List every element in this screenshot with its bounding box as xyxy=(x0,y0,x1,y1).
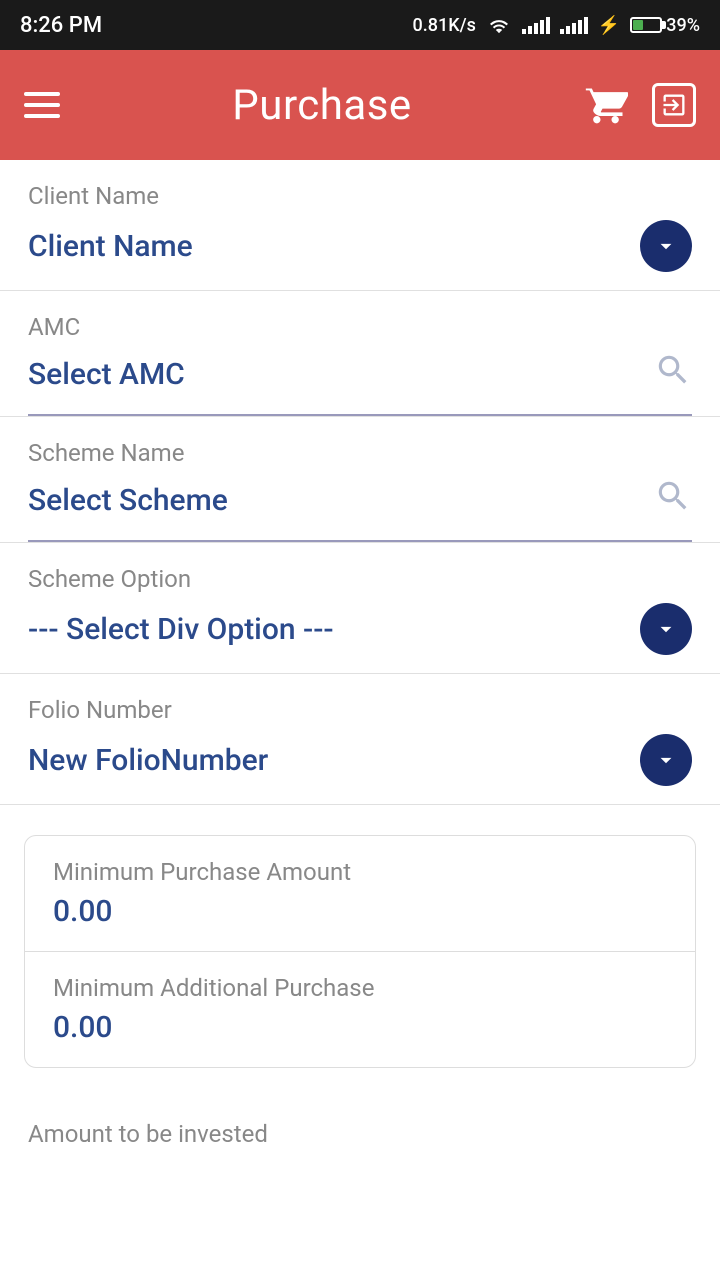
folio-number-value: New FolioNumber xyxy=(28,743,268,778)
client-name-field: Client Name Client Name xyxy=(0,160,720,291)
scheme-option-dropdown[interactable] xyxy=(640,603,692,655)
scheme-name-field: Scheme Name Select Scheme xyxy=(0,417,720,543)
amc-search-icon[interactable] xyxy=(654,351,692,398)
scheme-name-value[interactable]: Select Scheme xyxy=(28,483,228,518)
min-additional-label: Minimum Additional Purchase xyxy=(53,974,667,1002)
battery-percent: 39% xyxy=(666,15,700,36)
folio-number-field: Folio Number New FolioNumber xyxy=(0,674,720,805)
scheme-option-label: Scheme Option xyxy=(28,565,692,593)
status-icons: 0.81K/s ⚡ xyxy=(413,15,701,36)
amc-value[interactable]: Select AMC xyxy=(28,357,185,392)
folio-number-row: New FolioNumber xyxy=(28,734,692,804)
amount-invested-field: Amount to be invested xyxy=(0,1098,720,1158)
battery-indicator: 39% xyxy=(630,15,700,36)
min-additional-row: Minimum Additional Purchase 0.00 xyxy=(25,951,695,1067)
time: 8:26 PM xyxy=(20,13,102,38)
status-bar: 8:26 PM 0.81K/s ⚡ xyxy=(0,0,720,50)
amc-label: AMC xyxy=(28,313,692,341)
client-name-dropdown[interactable] xyxy=(640,220,692,272)
wifi-icon xyxy=(486,15,512,35)
app-bar-actions xyxy=(584,83,696,127)
min-purchase-label: Minimum Purchase Amount xyxy=(53,858,667,886)
client-name-value: Client Name xyxy=(28,229,193,264)
folio-number-dropdown[interactable] xyxy=(640,734,692,786)
network-speed: 0.81K/s xyxy=(413,15,476,36)
page-title: Purchase xyxy=(60,81,584,130)
signal-bars-2 xyxy=(560,16,588,34)
signal-bars-1 xyxy=(522,16,550,34)
cart-icon[interactable] xyxy=(584,83,628,127)
info-card: Minimum Purchase Amount 0.00 Minimum Add… xyxy=(24,835,696,1068)
form-content: Client Name Client Name AMC Select AMC S… xyxy=(0,160,720,1280)
charging-icon: ⚡ xyxy=(598,15,620,36)
scheme-option-value: --- Select Div Option --- xyxy=(28,612,334,647)
scheme-name-row: Select Scheme xyxy=(28,477,692,542)
menu-button[interactable] xyxy=(24,92,60,118)
min-purchase-row: Minimum Purchase Amount 0.00 xyxy=(25,836,695,951)
client-name-label: Client Name xyxy=(28,182,692,210)
scheme-name-label: Scheme Name xyxy=(28,439,692,467)
app-bar: Purchase xyxy=(0,50,720,160)
amc-field: AMC Select AMC xyxy=(0,291,720,417)
folio-number-label: Folio Number xyxy=(28,696,692,724)
logout-button[interactable] xyxy=(652,83,696,127)
scheme-search-icon[interactable] xyxy=(654,477,692,524)
amc-row: Select AMC xyxy=(28,351,692,416)
scheme-option-field: Scheme Option --- Select Div Option --- xyxy=(0,543,720,674)
scheme-option-row: --- Select Div Option --- xyxy=(28,603,692,673)
min-additional-value: 0.00 xyxy=(53,1010,667,1045)
min-purchase-value: 0.00 xyxy=(53,894,667,929)
amount-invested-label: Amount to be invested xyxy=(28,1120,692,1148)
client-name-row: Client Name xyxy=(28,220,692,290)
